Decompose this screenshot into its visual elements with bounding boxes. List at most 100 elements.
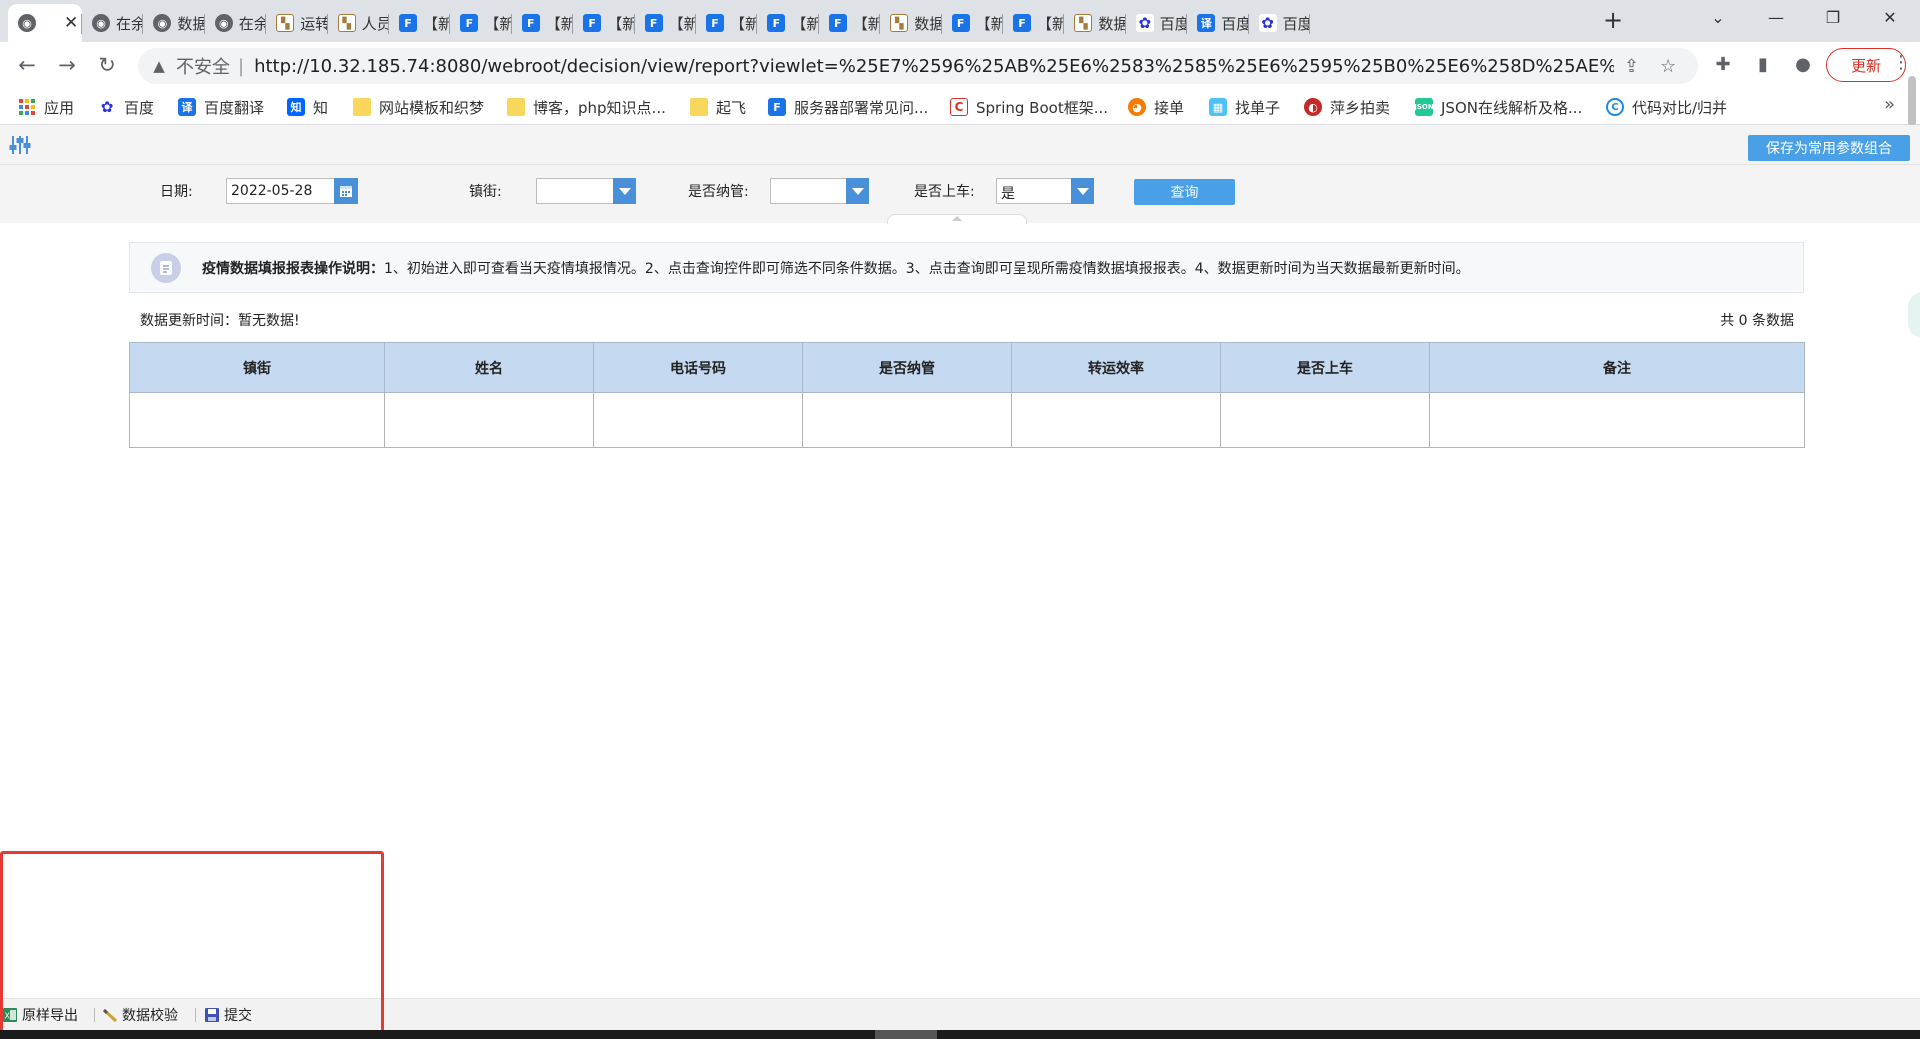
table-cell[interactable] (802, 392, 1012, 448)
window-close-icon[interactable]: ✕ (1870, 4, 1910, 34)
column-header[interactable]: 是否纳管 (802, 342, 1012, 393)
extensions-icon[interactable]: ✚ (1710, 52, 1736, 78)
forward-icon[interactable]: → (52, 50, 82, 80)
tab-strip: ◉ ✕ ◉ 在余 ◉ 数据 ◉ 在余 ▚ 运转 ▚ 人员 F 【新 F 【新 F 【新 F 【新 F 【新 F 【新 F 【新 F 【… (0, 0, 1920, 42)
bookmark-item[interactable]: 起飞 (690, 95, 746, 119)
managed-select[interactable] (770, 178, 869, 204)
minimize-icon[interactable]: — (1756, 4, 1796, 34)
table-cell[interactable] (1220, 392, 1430, 448)
column-header[interactable]: 备注 (1429, 342, 1805, 393)
browser-tab[interactable]: ✿ 百度 (1249, 4, 1310, 42)
boarded-value: 是 (1001, 186, 1015, 202)
page-scrollbar[interactable] (1908, 76, 1916, 126)
bookmark-item[interactable]: ▦ 找单子 (1209, 95, 1280, 119)
chevron-down-icon[interactable] (846, 178, 869, 204)
calendar-icon[interactable] (334, 178, 358, 204)
export-as-is-button[interactable]: X 原样导出 (2, 1005, 78, 1025)
tab-title: 数据 (177, 14, 205, 33)
browser-tab[interactable]: F 【新 (573, 4, 635, 42)
browser-tab[interactable]: F 【新 (819, 4, 881, 42)
browser-tab[interactable]: ✿ 百度 (1126, 4, 1188, 42)
bookmark-item[interactable]: 应用 (18, 95, 74, 119)
chevron-down-icon[interactable] (1071, 178, 1094, 204)
column-header[interactable]: 电话号码 (593, 342, 803, 393)
browser-tab[interactable]: ▚ 人员 (328, 4, 389, 42)
save-parameter-combo-button[interactable]: 保存为常用参数组合 (1748, 135, 1910, 161)
browser-tab[interactable]: ◉ 数据 (143, 4, 205, 42)
browser-tab[interactable]: 译百度 (1187, 4, 1249, 42)
bookmark-item[interactable]: ✿ 百度 (98, 95, 154, 119)
parameter-settings-icon[interactable] (8, 133, 32, 157)
browser-tab[interactable]: F 【新 (512, 4, 574, 42)
browser-tab[interactable]: ▚ 数据 (880, 4, 942, 42)
fr-favicon-icon: F (583, 14, 602, 32)
svg-text:X: X (5, 1012, 11, 1021)
browser-tab[interactable]: ▚ 数据 (1064, 4, 1126, 42)
side-panel-icon[interactable]: ▮ (1750, 52, 1776, 78)
table-cell[interactable] (1429, 392, 1805, 448)
back-icon[interactable]: ← (12, 50, 42, 80)
side-assistant-bubble[interactable] (1908, 292, 1920, 338)
chevron-down-icon[interactable] (613, 178, 636, 204)
collapse-panel-toggle[interactable] (887, 214, 1027, 224)
browser-tab[interactable]: ◉ 在余 (82, 4, 144, 42)
table-cell[interactable] (1011, 392, 1221, 448)
url-text[interactable]: http://10.32.185.74:8080/webroot/decisio… (254, 56, 1614, 77)
reload-icon[interactable]: ↻ (92, 50, 122, 80)
folder-favicon-icon (507, 98, 525, 116)
document-icon (151, 252, 181, 283)
bookmark-item[interactable]: 博客，php知识点... (507, 95, 666, 119)
menu-icon[interactable]: ⋮ (1892, 52, 1910, 73)
column-header[interactable]: 镇街 (129, 342, 385, 393)
warning-icon[interactable]: ▲ (150, 57, 168, 75)
browser-tab[interactable]: F 【新 (757, 4, 819, 42)
bookmarks-bar: 应用 ✿ 百度译百度翻译知知 网站模板和织梦 博客，php知识点... 起飞 F 服务器部署常… (0, 89, 1920, 125)
table-cell[interactable] (593, 392, 803, 448)
baidu-favicon-icon: ✿ (1258, 14, 1277, 32)
browser-tab[interactable]: F 【新 (635, 4, 696, 42)
bookmark-label: Spring Boot框架... (976, 98, 1109, 117)
date-value[interactable]: 2022-05-28 (231, 183, 312, 199)
image-favicon-icon: ▚ (276, 14, 295, 32)
submit-button[interactable]: 提交 (204, 1005, 252, 1025)
address-bar[interactable]: ▲ 不安全 | http://10.32.185.74:8080/webroot… (138, 48, 1698, 84)
browser-tab[interactable]: ▚ 运转 (266, 4, 328, 42)
close-tab-icon[interactable]: ✕ (64, 13, 78, 33)
bookmark-item[interactable]: 知知 (287, 95, 328, 119)
column-header[interactable]: 转运效率 (1011, 342, 1221, 393)
table-cell[interactable] (384, 392, 594, 448)
column-header[interactable]: 姓名 (384, 342, 594, 393)
date-picker[interactable]: 2022-05-28 (226, 178, 358, 204)
bookmark-item[interactable]: 网站模板和织梦 (353, 95, 484, 119)
boarded-select[interactable]: 是 (996, 178, 1094, 204)
bookmark-item[interactable]: F 服务器部署常见问... (768, 95, 928, 119)
street-select[interactable] (536, 178, 636, 204)
bookmark-item[interactable]: ◐ 萍乡拍卖 (1304, 95, 1390, 119)
new-tab-button[interactable]: + (1598, 6, 1628, 36)
tab-active[interactable]: ◉ ✕ (8, 4, 82, 42)
bookmark-item[interactable]: C 代码对比/归并 (1606, 95, 1727, 119)
restore-icon[interactable]: ❐ (1813, 4, 1853, 34)
share-icon[interactable]: ⇪ (1624, 56, 1639, 77)
tab-search-icon[interactable]: ⌄ (1698, 4, 1738, 34)
browser-tab[interactable]: F 【新 (389, 4, 451, 42)
bookmark-item[interactable]: 译百度翻译 (178, 95, 264, 119)
column-header[interactable]: 是否上车 (1220, 342, 1430, 393)
data-update-time: 数据更新时间：暂无数据! (140, 313, 300, 329)
browser-tab[interactable]: ◉ 在余 (205, 4, 267, 42)
security-label[interactable]: 不安全 (176, 53, 230, 79)
data-verify-button[interactable]: 数据校验 (102, 1005, 178, 1025)
bookmark-item[interactable]: ◕ 接单 (1128, 95, 1184, 119)
bookmark-star-icon[interactable]: ☆ (1660, 56, 1676, 77)
bookmark-item[interactable]: JSON JSON在线解析及格... (1414, 95, 1582, 119)
query-button[interactable]: 查询 (1134, 179, 1235, 205)
browser-tab[interactable]: F 【新 (450, 4, 512, 42)
profile-avatar-icon[interactable]: ● (1790, 52, 1816, 78)
taskbar-item[interactable] (875, 1030, 937, 1039)
bookmarks-more-icon[interactable]: » (1884, 94, 1895, 115)
browser-tab[interactable]: F 【新 (942, 4, 1003, 42)
browser-tab[interactable]: F 【新 (1003, 4, 1065, 42)
table-cell[interactable] (129, 392, 385, 448)
bookmark-item[interactable]: C Spring Boot框架... (950, 95, 1108, 119)
browser-tab[interactable]: F 【新 (696, 4, 758, 42)
